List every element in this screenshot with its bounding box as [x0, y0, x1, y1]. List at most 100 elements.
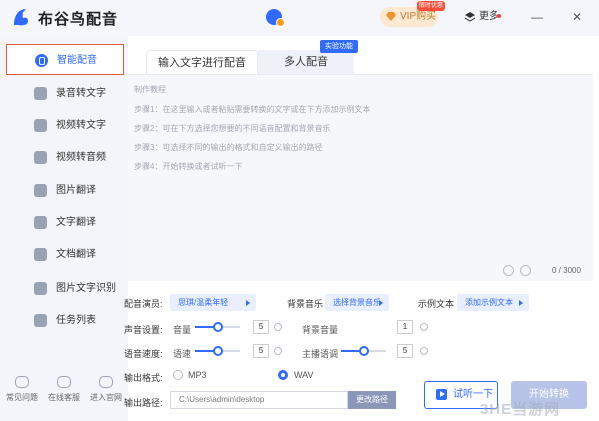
format-wav-label: WAV: [294, 370, 314, 380]
film-icon: [34, 151, 47, 164]
sidebar-item-video-to-text[interactable]: 视频转文字: [6, 110, 124, 141]
vip-label: VIP购买: [400, 11, 437, 22]
watermark: 3HE当游网: [480, 401, 561, 418]
sidebar: 智能配音 录音转文字 视频转文字 视频转音频 图片翻译 文字翻译 文档翻译 图片…: [0, 36, 128, 421]
website-link[interactable]: 进入官网: [86, 376, 126, 403]
sidebar-item-label: 文档翻译: [56, 249, 96, 260]
bird-logo-icon: [14, 9, 28, 26]
service-link[interactable]: 在线客服: [44, 376, 84, 403]
speed-reset-toggle[interactable]: [274, 347, 282, 355]
voice-actor-value: 思琪/温柔年轻: [178, 298, 229, 307]
tab-multi-person-dubbing[interactable]: 多人配音: [258, 50, 354, 74]
tutorial-title: 制作教程: [134, 85, 166, 94]
help-label: 常见问题: [6, 393, 38, 402]
sidebar-item-recording-to-text[interactable]: 录音转文字: [6, 78, 124, 109]
image-icon: [34, 184, 47, 197]
sidebar-item-label: 视频转文字: [56, 120, 106, 131]
sidebar-item-label: 图片文字识别: [56, 283, 116, 294]
caret-right-icon: [246, 300, 250, 306]
web-icon: [99, 376, 113, 388]
tab-text-dubbing[interactable]: 输入文字进行配音: [146, 50, 258, 74]
sidebar-item-video-to-audio[interactable]: 视频转音频: [6, 142, 124, 173]
caret-right-icon: [519, 300, 523, 306]
pitch-reset-toggle[interactable]: [420, 347, 428, 355]
layers-icon: [465, 12, 475, 22]
sidebar-footer: 常见问题 在线客服 进入官网: [0, 376, 128, 416]
bg-volume-label: 背景音量: [302, 325, 339, 335]
chat-icon: [34, 87, 47, 100]
format-mp3-radio[interactable]: [173, 370, 183, 380]
bg-volume-value[interactable]: 1: [397, 320, 413, 334]
mic-icon: [35, 54, 48, 67]
pitch-slider[interactable]: [341, 346, 386, 356]
output-path-input[interactable]: C:\Users\admin\desktop: [170, 391, 348, 409]
pitch-value[interactable]: 5: [397, 344, 413, 358]
sidebar-item-image-translate[interactable]: 图片翻译: [6, 175, 124, 206]
sidebar-item-text-translate[interactable]: 文字翻译: [6, 207, 124, 238]
minimize-icon[interactable]: —: [530, 10, 544, 24]
speed-slider[interactable]: [195, 346, 240, 356]
close-icon[interactable]: ✕: [570, 10, 584, 24]
translate-icon: [34, 216, 47, 229]
undo-icon[interactable]: [503, 265, 514, 276]
bg-volume-toggle[interactable]: [420, 323, 428, 331]
volume-value[interactable]: 5: [253, 320, 269, 334]
char-counter: 0 / 3000: [552, 266, 581, 275]
change-path-button[interactable]: 更改路径: [348, 391, 396, 409]
sidebar-item-label: 图片翻译: [56, 185, 96, 196]
sidebar-item-smart-dubbing[interactable]: 智能配音: [6, 44, 124, 75]
service-icon: [57, 376, 71, 388]
voice-actor-label: 配音演员:: [124, 299, 163, 309]
tutorial-step: 步骤3：可选择不同的输出的格式和自定义输出的路径: [134, 143, 323, 152]
more-menu-button[interactable]: 更多: [465, 9, 499, 25]
sidebar-item-task-list[interactable]: 任务列表: [6, 305, 124, 336]
text-input-area[interactable]: 制作教程 步骤1：在这里输入或者粘贴需要转换的文字或在下方添加示例文本 步骤2：…: [128, 74, 593, 281]
website-label: 进入官网: [90, 393, 122, 402]
voice-actor-select[interactable]: 思琪/温柔年轻: [170, 294, 256, 311]
sidebar-item-document-translate[interactable]: 文档翻译: [6, 239, 124, 270]
experimental-badge: 实验功能: [320, 40, 358, 53]
vip-promo-tag: 限时优惠: [417, 1, 446, 11]
sidebar-item-label: 任务列表: [56, 315, 96, 326]
app-title: 布谷鸟配音: [38, 11, 119, 28]
user-avatar[interactable]: [266, 9, 285, 27]
clear-icon[interactable]: [520, 265, 531, 276]
bg-music-value: 选择背景音乐: [333, 298, 381, 307]
sidebar-item-label: 录音转文字: [56, 88, 106, 99]
sidebar-item-label: 智能配音: [57, 55, 97, 66]
more-label: 更多: [479, 11, 499, 22]
help-icon: [15, 376, 29, 388]
scan-icon: [34, 282, 47, 295]
speed-value[interactable]: 5: [253, 344, 269, 358]
sample-text-select[interactable]: 添加示例文本: [457, 294, 529, 311]
title-bar: 布谷鸟配音 VIP购买 限时优惠 更多 — ✕: [0, 0, 599, 36]
help-link[interactable]: 常见问题: [2, 376, 42, 403]
sample-text-value: 添加示例文本: [465, 298, 513, 307]
tutorial-step: 步骤2：可在下方选择您想要的不同语音配置和背景音乐: [134, 124, 331, 133]
volume-label: 音量: [173, 325, 192, 335]
volume-slider[interactable]: [195, 322, 240, 332]
list-icon: [34, 314, 47, 327]
play-icon: [436, 389, 447, 400]
bg-music-label: 背景音乐: [287, 299, 324, 309]
notification-dot: [497, 14, 501, 18]
bg-music-select[interactable]: 选择背景音乐: [325, 294, 389, 311]
output-path-label: 输出路径:: [124, 398, 163, 408]
volume-reset-toggle[interactable]: [274, 323, 282, 331]
tutorial-step: 步骤1：在这里输入或者粘贴需要转换的文字或在下方添加示例文本: [134, 105, 371, 114]
output-format-label: 输出格式:: [124, 373, 163, 383]
format-wav-radio[interactable]: [278, 370, 288, 380]
sidebar-item-label: 文字翻译: [56, 217, 96, 228]
caret-right-icon: [379, 300, 383, 306]
diamond-icon: [386, 12, 396, 21]
format-mp3-label: MP3: [188, 370, 207, 380]
main-panel: 输入文字进行配音 多人配音 实验功能 制作教程 步骤1：在这里输入或者粘贴需要转…: [128, 36, 599, 421]
sidebar-item-label: 视频转音频: [56, 152, 106, 163]
document-icon: [34, 248, 47, 261]
pitch-label: 主播语调: [302, 349, 339, 359]
service-label: 在线客服: [48, 393, 80, 402]
tutorial-step: 步骤4：开始转换或者试听一下: [134, 162, 243, 171]
sample-text-label: 示例文本: [418, 299, 455, 309]
sound-settings-label: 声音设置:: [124, 325, 163, 335]
sidebar-item-ocr[interactable]: 图片文字识别: [6, 273, 124, 304]
